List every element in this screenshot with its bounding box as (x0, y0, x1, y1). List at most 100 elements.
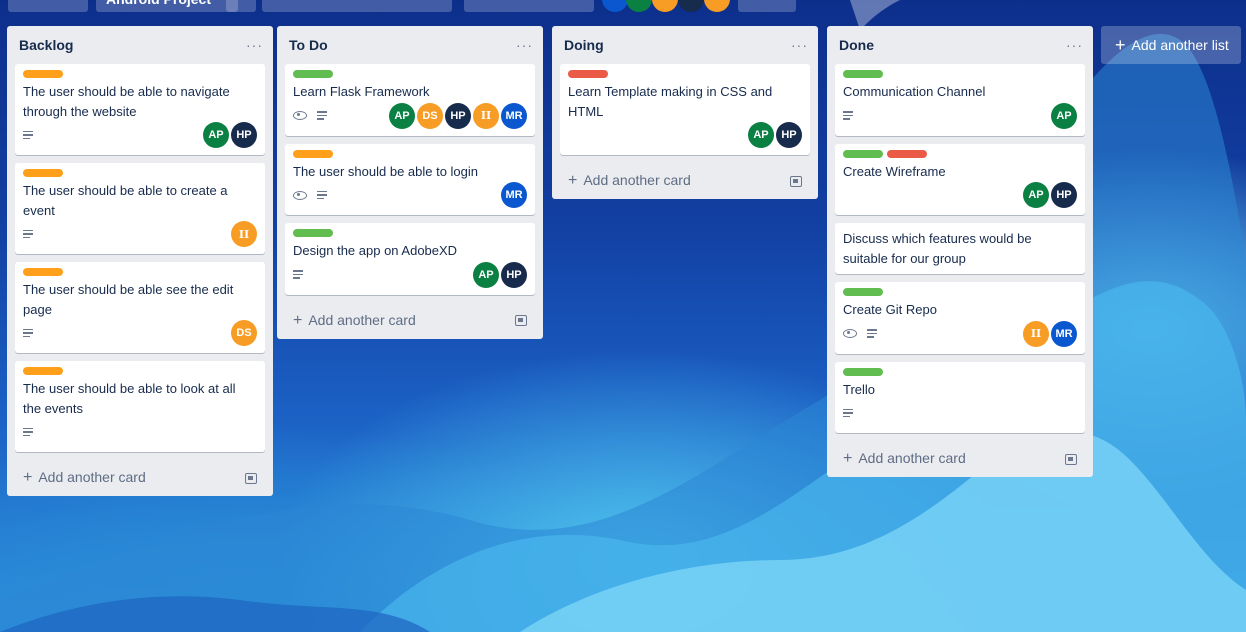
card[interactable]: The user should be able see the edit pag… (15, 262, 265, 353)
card-template-icon[interactable] (515, 315, 527, 326)
add-card-button[interactable]: + Add another card (560, 163, 810, 199)
card-labels (23, 70, 257, 78)
list-backlog: Backlog ··· The user should be able to nav… (7, 26, 273, 496)
card-label-green[interactable] (293, 229, 333, 237)
card[interactable]: Discuss which features would be suitable… (835, 223, 1085, 274)
member-avatar[interactable]: HP (445, 102, 471, 129)
card-badges (23, 129, 33, 142)
card[interactable]: The user should be able to navigate thro… (15, 64, 265, 155)
board-menu-button[interactable] (8, 0, 88, 12)
card-badges (23, 426, 33, 439)
card[interactable]: The user should be able to login MR (285, 143, 535, 215)
member-avatar[interactable]: AP (748, 122, 774, 148)
card-label-green[interactable] (843, 288, 883, 296)
card-title: Create Wireframe (843, 163, 946, 179)
member-avatar[interactable]: HP (501, 261, 527, 288)
add-card-button[interactable]: + Add another card (15, 460, 265, 496)
card-label-orange[interactable] (23, 169, 63, 177)
list-title[interactable]: Doing (562, 37, 604, 53)
card-label-green[interactable] (843, 149, 883, 158)
list-header[interactable]: Backlog ··· (15, 26, 265, 64)
card-label-orange[interactable] (23, 70, 63, 78)
card[interactable]: Communication Channel AP (835, 64, 1085, 136)
card[interactable]: Create Git Repo II MR (835, 282, 1085, 354)
member-avatar[interactable]: AP (203, 122, 229, 148)
card[interactable]: Trello (835, 361, 1085, 433)
add-list-button[interactable]: + Add another list (1101, 26, 1241, 64)
add-list-label: Add another list (1131, 37, 1229, 53)
invite-button[interactable] (738, 0, 796, 12)
card-members: DS (231, 320, 257, 346)
member-avatar[interactable]: DS (231, 320, 257, 346)
list-header[interactable]: Doing ··· (560, 26, 810, 64)
visibility-button[interactable] (464, 0, 594, 12)
member-avatar[interactable]: HP (1051, 182, 1077, 208)
member-avatar-top[interactable] (626, 0, 652, 12)
card-label-green[interactable] (293, 70, 333, 78)
member-avatar[interactable]: AP (1051, 102, 1077, 129)
card-labels (843, 70, 1077, 78)
member-avatar[interactable]: MR (1051, 320, 1077, 347)
card-label-green[interactable] (843, 367, 883, 376)
member-avatar[interactable]: II (473, 102, 499, 129)
card-title: Trello (843, 381, 876, 397)
member-avatar[interactable]: MR (501, 182, 527, 208)
card-labels (23, 367, 257, 375)
card-template-icon[interactable] (245, 472, 257, 484)
card-labels (293, 70, 527, 78)
card-label-orange[interactable] (23, 367, 63, 375)
card-label-green[interactable] (843, 70, 883, 78)
card-footer: AP (843, 102, 1077, 130)
more-horizontal-icon[interactable]: ··· (246, 37, 263, 53)
card-members: AP HP (1023, 182, 1077, 208)
card[interactable]: Learn Template making in CSS and HTML AP H… (560, 64, 810, 155)
add-card-label: Add another card (858, 450, 966, 466)
list-header[interactable]: To Do ··· (285, 26, 535, 64)
board-title[interactable]: Android Project (96, 0, 238, 12)
member-avatar-top[interactable] (652, 0, 678, 12)
list-title[interactable]: Done (837, 37, 874, 53)
member-avatar[interactable]: II (231, 221, 257, 247)
card-title: Communication Channel (843, 84, 986, 99)
card-template-icon[interactable] (790, 175, 802, 187)
member-avatar-top[interactable] (602, 0, 628, 12)
member-avatar[interactable]: DS (417, 102, 443, 129)
card[interactable]: Learn Flask Framework AP DS HP II MR (285, 64, 535, 136)
card-footer: AP DS HP II MR (293, 102, 527, 130)
list-title[interactable]: Backlog (17, 37, 73, 53)
member-avatar[interactable]: AP (473, 261, 499, 288)
member-avatar[interactable]: HP (776, 122, 802, 148)
card[interactable]: The user should be able to look at all t… (15, 361, 265, 452)
member-avatar[interactable]: HP (231, 122, 257, 148)
list-to-do: To Do ··· Learn Flask Framework AP DS HP II MR T… (277, 26, 543, 339)
card-labels (568, 70, 802, 78)
card-footer: DS (23, 319, 257, 347)
card-label-orange[interactable] (23, 268, 63, 276)
list-title[interactable]: To Do (287, 37, 328, 53)
card[interactable]: Design the app on AdobeXD AP HP (285, 223, 535, 295)
more-horizontal-icon[interactable]: ··· (791, 37, 808, 53)
description-icon (317, 189, 327, 202)
card-label-orange[interactable] (293, 149, 333, 158)
member-avatar[interactable]: II (1023, 320, 1049, 347)
member-avatar-top[interactable] (704, 0, 730, 12)
workspace-button[interactable] (262, 0, 452, 12)
card[interactable]: The user should be able to create a even… (15, 163, 265, 254)
list-header[interactable]: Done ··· (835, 26, 1085, 64)
more-horizontal-icon[interactable]: ··· (1066, 37, 1083, 53)
member-avatar-top[interactable] (678, 0, 704, 12)
add-card-button[interactable]: + Add another card (285, 303, 535, 339)
card-label-red[interactable] (568, 70, 608, 78)
card-label-red[interactable] (887, 149, 927, 158)
member-avatar[interactable]: AP (389, 102, 415, 129)
add-card-button[interactable]: + Add another card (835, 441, 1085, 477)
card[interactable]: Create Wireframe AP HP (835, 143, 1085, 215)
card-template-icon[interactable] (1065, 453, 1077, 465)
description-icon (843, 407, 853, 420)
star-button[interactable] (226, 0, 256, 12)
card-badges (843, 327, 877, 340)
description-icon (293, 268, 303, 281)
member-avatar[interactable]: AP (1023, 182, 1049, 208)
more-horizontal-icon[interactable]: ··· (516, 37, 533, 53)
member-avatar[interactable]: MR (501, 102, 527, 129)
